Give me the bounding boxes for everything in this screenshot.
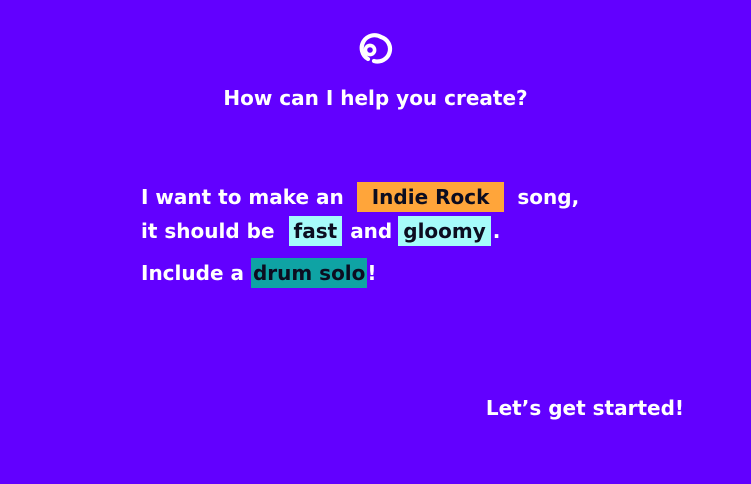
tempo-chip[interactable]: fast xyxy=(288,216,343,246)
page-title: How can I help you create? xyxy=(223,86,528,110)
prompt-line-1: I want to make an Indie Rock song, xyxy=(141,180,601,214)
prompt-text: song, xyxy=(517,185,580,209)
prompt-text: ! xyxy=(367,261,377,285)
mood-chip[interactable]: gloomy xyxy=(398,216,491,246)
prompt-sentence: I want to make an Indie Rock song, it sh… xyxy=(141,180,601,290)
prompt-text: I want to make an xyxy=(141,185,344,209)
prompt-line-3: Include a drum solo! xyxy=(141,256,601,290)
feature-chip[interactable]: drum solo xyxy=(250,258,368,288)
prompt-text: . xyxy=(492,219,501,243)
get-started-button[interactable]: Let’s get started! xyxy=(486,394,684,422)
prompt-text: and xyxy=(350,219,393,243)
prompt-text: it should be xyxy=(141,219,275,243)
genre-chip[interactable]: Indie Rock xyxy=(356,182,505,212)
prompt-text: Include a xyxy=(141,261,244,285)
prompt-line-2: it should be fast and gloomy. xyxy=(141,214,601,248)
app-logo-icon xyxy=(350,30,394,68)
